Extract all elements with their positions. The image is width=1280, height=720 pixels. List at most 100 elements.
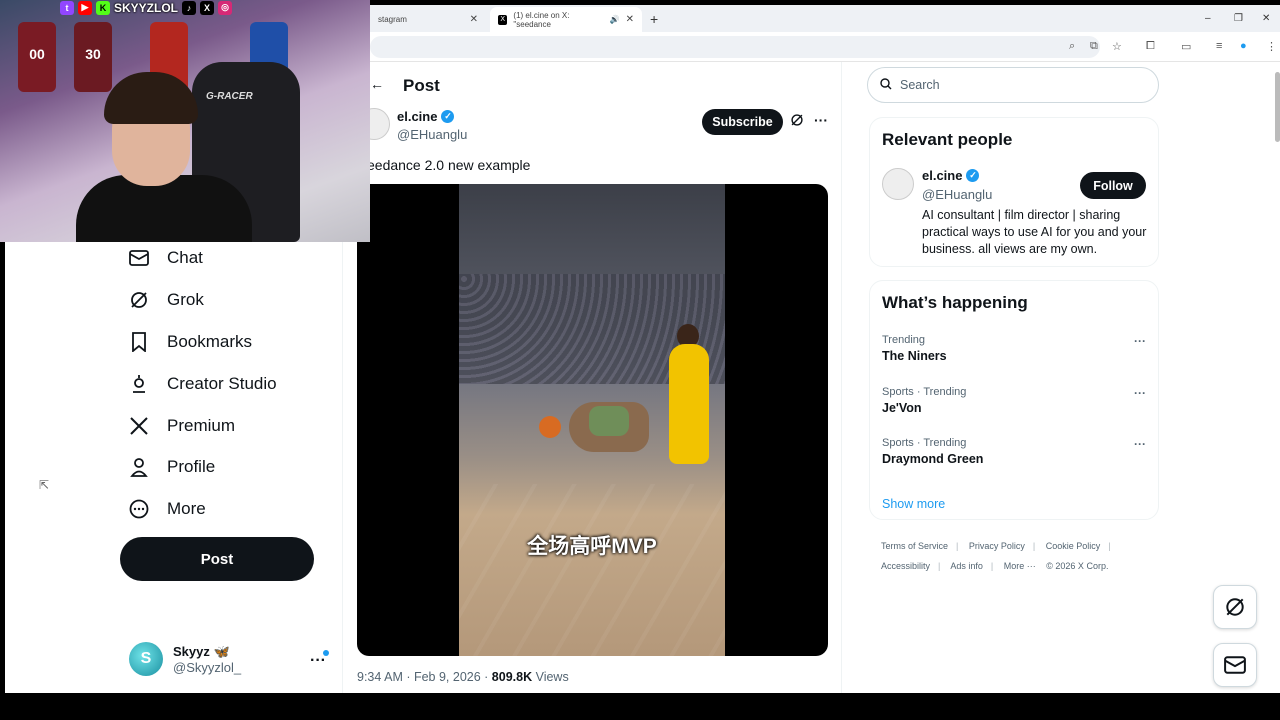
media-icon[interactable]: ≡ bbox=[1216, 40, 1222, 52]
compose-post-button[interactable]: Post bbox=[120, 537, 314, 581]
trend-more-icon[interactable]: ··· bbox=[1134, 334, 1146, 348]
instagram-icon: ◎ bbox=[218, 0, 233, 15]
page-title: Post bbox=[403, 76, 440, 95]
x-favicon-icon: X bbox=[498, 14, 508, 25]
star-icon[interactable]: ☆ bbox=[1112, 40, 1122, 53]
person-icon bbox=[129, 457, 149, 477]
footer-link[interactable]: Cookie Policy bbox=[1046, 541, 1101, 551]
views-label: Views bbox=[532, 670, 569, 684]
grok-icon bbox=[1226, 598, 1244, 616]
trend-category: Sports · Trending bbox=[882, 386, 967, 398]
person-handle[interactable]: @EHuanglu bbox=[922, 187, 992, 202]
footer-links: Terms of Service | Privacy Policy | Cookie… bbox=[881, 536, 1161, 576]
timestamp[interactable]: 9:34 AM · Feb 9, 2026 · bbox=[357, 670, 492, 684]
sidebar-item-bookmarks[interactable]: Bookmarks bbox=[129, 332, 252, 352]
sidebar-item-creator-studio[interactable]: Creator Studio bbox=[129, 374, 277, 394]
author-name[interactable]: el.cine ✓ bbox=[397, 109, 455, 124]
close-tab-icon[interactable]: ✕ bbox=[626, 14, 634, 25]
restore-button[interactable]: ❐ bbox=[1234, 13, 1243, 24]
close-tab-icon[interactable]: ✕ bbox=[470, 14, 478, 25]
footer-link[interactable]: More ··· bbox=[1004, 561, 1036, 571]
zoom-icon[interactable]: ⌕ bbox=[1069, 40, 1075, 53]
trend-category: Trending bbox=[882, 334, 926, 346]
kick-icon: K bbox=[96, 0, 110, 15]
creator-studio-icon bbox=[129, 374, 149, 394]
grok-fab-button[interactable] bbox=[1213, 585, 1257, 629]
video-frame: 全场高呼MVP bbox=[459, 184, 725, 656]
tab-title: (1) el.cine on X: "seedance bbox=[513, 10, 570, 29]
more-circle-icon bbox=[129, 499, 149, 519]
player-image bbox=[669, 344, 709, 464]
side-panel-icon[interactable]: ▭ bbox=[1181, 40, 1191, 53]
relevant-people-card: Relevant people el.cine ✓ @EHuanglu Foll… bbox=[869, 117, 1159, 267]
sidebar-item-premium[interactable]: Premium bbox=[129, 416, 235, 436]
sidebar-item-label: More bbox=[167, 499, 206, 518]
sidebar-item-label: Grok bbox=[167, 290, 204, 309]
sidebar-item-more[interactable]: More bbox=[129, 499, 206, 519]
footer-link[interactable]: Privacy Policy bbox=[969, 541, 1025, 551]
trend-name: The Niners bbox=[882, 349, 947, 363]
tab-title: stagram bbox=[378, 15, 407, 24]
sidebar-item-label: Bookmarks bbox=[167, 332, 253, 351]
sidebar-item-profile[interactable]: Profile bbox=[129, 457, 215, 477]
trend-item[interactable]: Sports · Trending Je'Von ··· bbox=[882, 386, 1148, 415]
post-text: eedance 2.0 new example bbox=[367, 157, 531, 173]
divider: | bbox=[1108, 541, 1111, 551]
tab-instagram[interactable]: stagram ✕ bbox=[370, 7, 486, 32]
post-meta: 9:34 AM · Feb 9, 2026 · 809.8K Views bbox=[357, 670, 569, 684]
notification-dot bbox=[323, 650, 329, 656]
card-title: Relevant people bbox=[882, 130, 1013, 149]
video-player[interactable]: 全场高呼MVP bbox=[357, 184, 828, 656]
post-more-icon[interactable]: ··· bbox=[814, 112, 828, 128]
person-name[interactable]: el.cine ✓ bbox=[922, 168, 980, 183]
scrollbar[interactable] bbox=[1275, 72, 1280, 142]
author-handle[interactable]: @EHuanglu bbox=[397, 127, 467, 142]
person-bio: AI consultant | film director | sharing … bbox=[922, 208, 1147, 256]
close-window-button[interactable]: ✕ bbox=[1262, 13, 1270, 24]
sidebar-item-chat[interactable]: Chat bbox=[129, 248, 203, 268]
extensions-icon[interactable]: ⧠ bbox=[1146, 40, 1155, 53]
divider: | bbox=[990, 561, 994, 571]
footer-link[interactable]: Accessibility bbox=[881, 561, 930, 571]
speaker-icon[interactable]: 🔊 bbox=[610, 15, 620, 24]
avatar[interactable] bbox=[882, 168, 914, 200]
messages-fab-button[interactable] bbox=[1213, 643, 1257, 687]
webcam-overlay: 00 30 G-RACER t ▶ K SKYYZLOL ♪ X ◎ bbox=[0, 0, 370, 242]
install-icon[interactable]: ⧉ bbox=[1090, 40, 1098, 53]
minimize-button[interactable]: – bbox=[1205, 13, 1211, 24]
sidebar-item-grok[interactable]: Grok bbox=[129, 290, 204, 310]
subscribe-button[interactable]: Subscribe bbox=[702, 109, 783, 135]
show-more-link[interactable]: Show more bbox=[882, 497, 945, 511]
twitch-icon: t bbox=[60, 0, 74, 15]
trend-item[interactable]: Sports · Trending Draymond Green ··· bbox=[882, 437, 1148, 466]
footer-link[interactable]: Terms of Service bbox=[881, 541, 948, 551]
trend-item[interactable]: Trending The Niners ··· bbox=[882, 334, 1148, 363]
new-tab-button[interactable]: + bbox=[650, 11, 658, 27]
follow-button[interactable]: Follow bbox=[1080, 172, 1146, 199]
sidebar-item-label: Profile bbox=[167, 457, 216, 476]
divider: | bbox=[1032, 541, 1036, 551]
account-switcher[interactable]: S Skyyz 🦋 @Skyyzlol_ bbox=[129, 642, 241, 676]
jersey-number: 00 bbox=[29, 46, 45, 62]
search-input[interactable]: Search bbox=[867, 67, 1159, 103]
search-placeholder: Search bbox=[900, 78, 940, 92]
x-logo-icon bbox=[129, 416, 149, 436]
trend-more-icon[interactable]: ··· bbox=[1134, 437, 1146, 451]
menu-icon[interactable]: ⋮ bbox=[1266, 40, 1277, 53]
author-name-text: el.cine bbox=[397, 109, 438, 124]
trend-more-icon[interactable]: ··· bbox=[1134, 386, 1146, 400]
social-handle: SKYYZLOL bbox=[114, 0, 179, 15]
back-arrow-icon[interactable]: ← bbox=[370, 76, 384, 92]
verified-badge-icon: ✓ bbox=[966, 169, 980, 182]
tab-x-post[interactable]: X (1) el.cine on X: "seedance 🔊 ✕ bbox=[490, 7, 642, 32]
basketball-image bbox=[539, 416, 561, 438]
mail-icon bbox=[1224, 656, 1246, 674]
divider: | bbox=[938, 561, 941, 571]
grok-icon[interactable] bbox=[790, 113, 804, 131]
copyright: © 2026 X Corp. bbox=[1046, 561, 1109, 571]
address-bar[interactable] bbox=[370, 36, 1100, 58]
profile-icon[interactable]: ● bbox=[1240, 40, 1247, 52]
bookmark-icon bbox=[129, 332, 149, 352]
jersey-number: 30 bbox=[85, 46, 101, 62]
footer-link[interactable]: Ads info bbox=[950, 561, 983, 571]
